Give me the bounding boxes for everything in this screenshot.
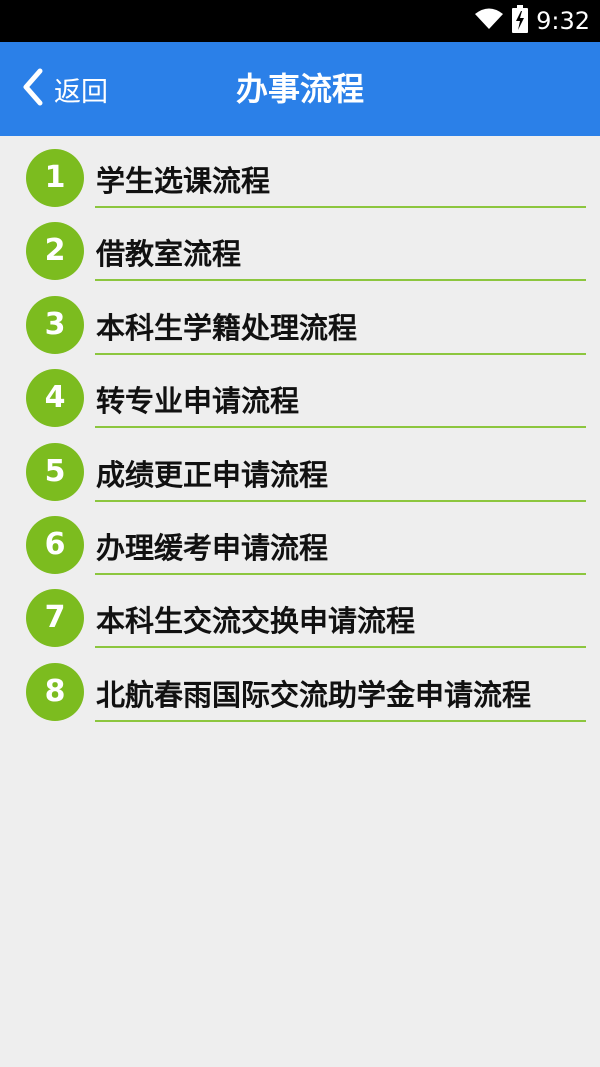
divider [95,499,586,502]
wifi-icon [474,7,504,35]
number-badge: 8 [26,662,84,721]
process-list: 1 学生选课流程 2 借教室流程 3 本科生学籍处理流程 4 转专业申请流程 5… [0,136,600,723]
list-item-label: 北航春雨国际交流助学金申请流程 [96,677,532,712]
list-item-label: 成绩更正申请流程 [96,457,329,492]
list-item-label: 借教室流程 [96,237,242,272]
number-badge: 3 [26,295,84,354]
list-item[interactable]: 5 成绩更正申请流程 [0,430,600,503]
status-time: 9:32 [536,7,590,35]
list-item[interactable]: 8 北航春雨国际交流助学金申请流程 [0,650,600,723]
divider [95,572,586,575]
divider [95,352,586,355]
list-item[interactable]: 6 办理缓考申请流程 [0,503,600,576]
battery-charging-icon [512,5,529,37]
list-item-label: 转专业申请流程 [96,384,300,419]
number-badge: 4 [26,369,84,428]
list-item[interactable]: 7 本科生交流交换申请流程 [0,576,600,649]
divider [95,279,586,282]
back-button[interactable]: 返回 [22,42,108,136]
back-label: 返回 [54,76,108,108]
list-item[interactable]: 2 借教室流程 [0,209,600,282]
divider [95,719,586,722]
nav-bar: 办事流程 返回 [0,42,600,136]
list-item[interactable]: 1 学生选课流程 [0,136,600,209]
list-item-label: 本科生学籍处理流程 [96,310,358,345]
status-icons: 9:32 [474,0,590,42]
list-item-label: 办理缓考申请流程 [96,530,329,565]
number-badge: 1 [26,149,84,207]
divider [95,206,586,208]
list-item-label: 本科生交流交换申请流程 [96,604,416,639]
chevron-left-icon [22,68,44,110]
status-bar: 9:32 [0,0,600,42]
divider [95,646,586,649]
list-item[interactable]: 4 转专业申请流程 [0,356,600,429]
number-badge: 2 [26,222,84,281]
number-badge: 5 [26,442,84,501]
divider [95,426,586,429]
list-item[interactable]: 3 本科生学籍处理流程 [0,283,600,356]
number-badge: 6 [26,515,84,574]
number-badge: 7 [26,589,84,648]
list-item-label: 学生选课流程 [96,164,271,198]
